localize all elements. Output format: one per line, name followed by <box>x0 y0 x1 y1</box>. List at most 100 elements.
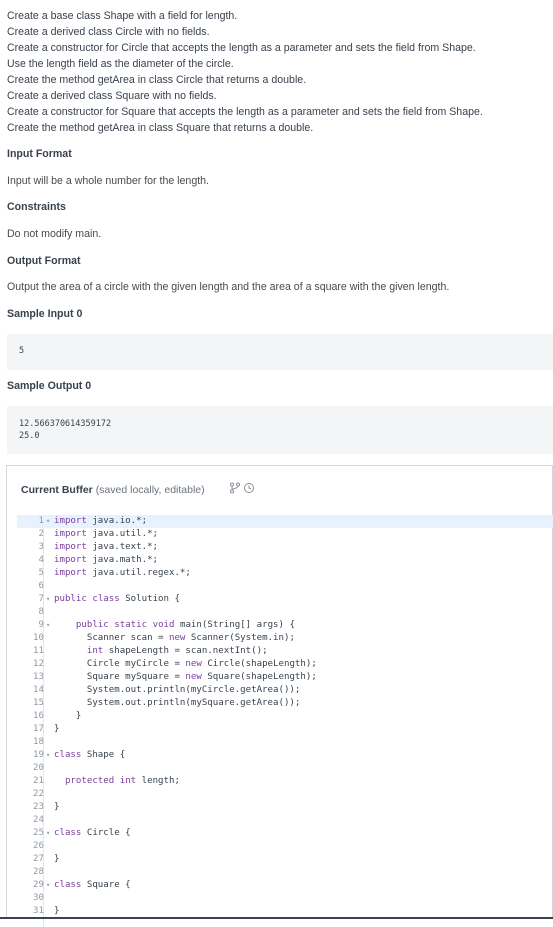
sample-output-line: 12.566370614359172 <box>19 419 112 429</box>
code-text: class Square { <box>54 880 131 890</box>
line-number: 14 <box>33 685 44 695</box>
code-line[interactable]: 13 Square mySquare = new Square(shapeLen… <box>17 671 553 684</box>
code-line[interactable]: 21 protected int length; <box>17 775 553 788</box>
description-line: Create a constructor for Circle that acc… <box>7 42 476 54</box>
code-line[interactable]: 27} <box>17 853 553 866</box>
line-number: 30 <box>33 893 44 903</box>
code-text: public static void main(String[] args) { <box>75 620 295 630</box>
code-line[interactable]: 11 int shapeLength = scan.nextInt(); <box>17 645 553 658</box>
buffer-header: Current Buffer (saved locally, editable) <box>21 484 205 496</box>
code-line[interactable]: 19 ▾ class Shape { <box>17 749 553 762</box>
code-line[interactable]: 28 <box>17 866 553 879</box>
code-text: Scanner scan = new Scanner(System.in); <box>54 633 295 643</box>
code-line[interactable]: 20 <box>17 762 553 775</box>
code-text: Circle myCircle = new Circle(shapeLength… <box>54 659 317 669</box>
line-number: 7 <box>38 594 44 604</box>
sample-output-title: Sample Output 0 <box>7 380 92 392</box>
sample-input-line: 5 <box>19 346 25 356</box>
buffer-title: Current Buffer <box>21 484 93 496</box>
code-line[interactable]: 8 <box>17 606 553 619</box>
description-line: Create a constructor for Square that acc… <box>7 106 483 118</box>
line-number: 20 <box>33 763 44 773</box>
line-number: 16 <box>33 711 44 721</box>
line-number: 21 <box>33 776 44 786</box>
branch-icon[interactable] <box>229 482 241 494</box>
fold-toggle-icon[interactable]: ▾ <box>46 619 50 632</box>
line-number: 3 <box>38 542 44 552</box>
code-text: protected int length; <box>64 776 180 786</box>
code-line[interactable]: 23} <box>17 801 553 814</box>
description-line: Create a derived class Square with no fi… <box>7 90 217 102</box>
line-number: 24 <box>33 815 44 825</box>
code-line[interactable]: 16 } <box>17 710 553 723</box>
code-text: } <box>54 802 60 812</box>
sample-input-box: 5 <box>7 334 553 370</box>
line-number: 11 <box>33 646 44 656</box>
fold-toggle-icon[interactable]: ▾ <box>46 879 50 892</box>
line-number: 4 <box>38 555 44 565</box>
line-number: 29 <box>33 880 44 890</box>
constraints-text: Do not modify main. <box>7 228 102 240</box>
line-number: 6 <box>38 581 44 591</box>
line-number: 12 <box>33 659 44 669</box>
code-editor-panel: Current Buffer (saved locally, editable)… <box>6 465 553 927</box>
output-format-title: Output Format <box>7 255 81 267</box>
line-number: 13 <box>33 672 44 682</box>
code-text: } <box>54 854 60 864</box>
sample-output-line: 25.0 <box>19 431 40 441</box>
code-line[interactable]: 6 <box>17 580 553 593</box>
code-line[interactable]: 4 import java.math.*; <box>17 554 553 567</box>
line-number: 15 <box>33 698 44 708</box>
sample-output-box: 12.566370614359172 25.0 <box>7 406 553 454</box>
fold-toggle-icon[interactable]: ▾ <box>46 515 50 528</box>
code-line[interactable]: 7 ▾ public class Solution { <box>17 593 553 606</box>
output-format-text: Output the area of a circle with the giv… <box>7 281 450 293</box>
line-number: 26 <box>33 841 44 851</box>
code-line[interactable]: 9 ▾ public static void main(String[] args… <box>17 619 553 632</box>
code-text: class Shape { <box>54 750 126 760</box>
code-line[interactable]: 30 <box>17 892 553 905</box>
description-line: Create the method getArea in class Squar… <box>7 122 314 134</box>
code-line[interactable]: 14 System.out.println(myCircle.getArea()… <box>17 684 553 697</box>
code-text: Square mySquare = new Square(shapeLength… <box>54 672 317 682</box>
code-area[interactable]: 1 ▾ import java.io.*; 2 import java.util.*; 3… <box>17 515 553 918</box>
code-line[interactable]: 17} <box>17 723 553 736</box>
code-line[interactable]: 18 <box>17 736 553 749</box>
line-number: 10 <box>33 633 44 643</box>
fold-toggle-icon[interactable]: ▾ <box>46 749 50 762</box>
buffer-subtitle: (saved locally, editable) <box>95 484 205 496</box>
input-format-title: Input Format <box>7 148 72 160</box>
problem-description: Create a base class Shape with a field f… <box>7 8 547 136</box>
code-text: } <box>54 711 82 721</box>
line-number: 8 <box>38 607 44 617</box>
code-text: int shapeLength = scan.nextInt(); <box>86 646 268 656</box>
code-line[interactable]: 25 ▾ class Circle { <box>17 827 553 840</box>
code-line[interactable]: 3 import java.text.*; <box>17 541 553 554</box>
description-line: Create a base class Shape with a field f… <box>7 10 238 22</box>
code-line[interactable]: 1 ▾ import java.io.*; <box>17 515 553 528</box>
constraints-title: Constraints <box>7 201 66 213</box>
line-number: 9 <box>38 620 44 630</box>
code-line[interactable]: 22 <box>17 788 553 801</box>
line-number: 19 <box>33 750 44 760</box>
code-text: import java.math.*; <box>54 555 159 565</box>
description-line: Create a derived class Circle with no fi… <box>7 26 210 38</box>
code-line[interactable]: 12 Circle myCircle = new Circle(shapeLen… <box>17 658 553 671</box>
code-line[interactable]: 2 import java.util.*; <box>17 528 553 541</box>
code-line[interactable]: 10 Scanner scan = new Scanner(System.in)… <box>17 632 553 645</box>
code-text: System.out.println(myCircle.getArea()); <box>54 685 301 695</box>
code-line[interactable]: 5 import java.util.regex.*; <box>17 567 553 580</box>
code-line[interactable]: 29 ▾ class Square { <box>17 879 553 892</box>
history-icon[interactable] <box>243 482 255 494</box>
line-number: 2 <box>38 529 44 539</box>
code-line[interactable]: 24 <box>17 814 553 827</box>
line-number: 17 <box>33 724 44 734</box>
fold-toggle-icon[interactable]: ▾ <box>46 593 50 606</box>
sample-input-title: Sample Input 0 <box>7 308 83 320</box>
description-line: Create the method getArea in class Circl… <box>7 74 307 86</box>
code-line[interactable]: 26 <box>17 840 553 853</box>
fold-toggle-icon[interactable]: ▾ <box>46 827 50 840</box>
line-number: 25 <box>33 828 44 838</box>
code-line[interactable]: 15 System.out.println(mySquare.getArea()… <box>17 697 553 710</box>
code-text: } <box>54 724 60 734</box>
